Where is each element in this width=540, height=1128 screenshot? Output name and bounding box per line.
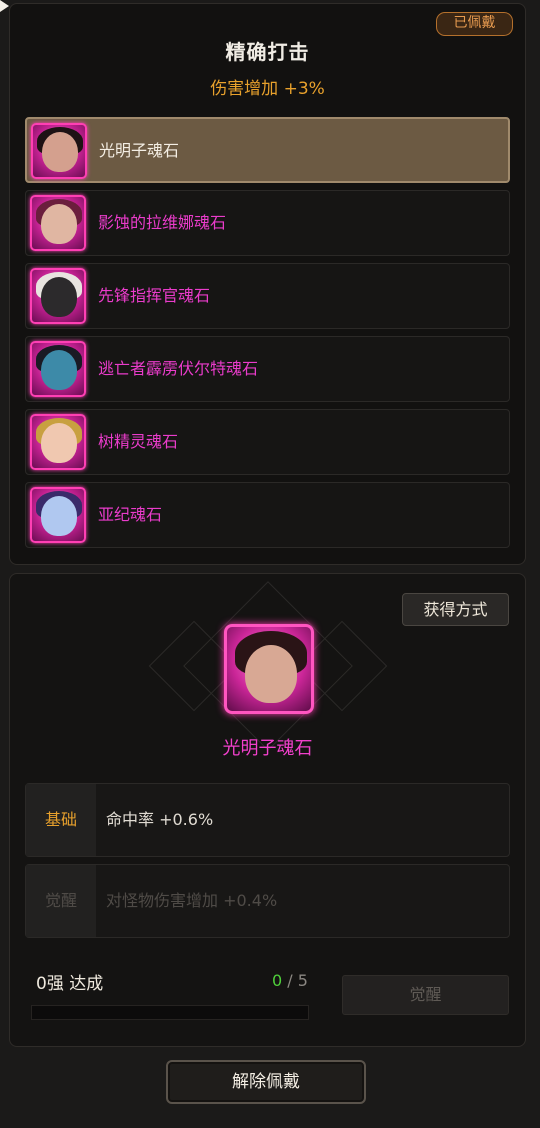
stone-row[interactable]: 树精灵魂石 (25, 409, 510, 475)
awaken-attribute-row: 觉醒 对怪物伤害增加 +0.4% (25, 864, 510, 938)
portrait-face (42, 132, 78, 172)
stone-name: 亚纪魂石 (98, 505, 163, 524)
stone-name: 影蚀的拉维娜魂石 (98, 213, 227, 232)
base-tag: 基础 (26, 784, 96, 856)
progress-current: 0 (272, 971, 283, 990)
skill-effect: 伤害增加 +3% (210, 79, 325, 99)
stone-name: 树精灵魂石 (98, 432, 179, 451)
soulstone-list-panel: 已佩戴 精确打击 伤害增加 +3% 光明子魂石 影蚀的拉维娜魂石 先锋指挥官魂石 (9, 3, 526, 565)
soulstone-portrait-icon (31, 123, 87, 179)
soulstone-detail-panel: 获得方式 光明子魂石 基础 命中率 +0.6% 觉醒 对怪物伤害增加 +0.4%… (9, 573, 526, 1047)
equipped-badge: 已佩戴 (436, 12, 513, 36)
stone-row[interactable]: 先锋指挥官魂石 (25, 263, 510, 329)
portrait-face (41, 277, 77, 317)
soulstone-portrait-icon (30, 414, 86, 470)
stone-row[interactable]: 光明子魂石 (25, 117, 510, 183)
base-attribute-text: 命中率 +0.6% (106, 810, 214, 829)
portrait-face (245, 645, 297, 703)
stone-row[interactable]: 亚纪魂石 (25, 482, 510, 548)
base-attribute-row: 基础 命中率 +0.6% (25, 783, 510, 857)
enhance-progress-bar (31, 1005, 309, 1020)
portrait-face (41, 350, 77, 390)
obtain-method-button[interactable]: 获得方式 (402, 593, 509, 626)
awaken-attribute-text: 对怪物伤害增加 +0.4% (106, 891, 278, 910)
awaken-tag: 觉醒 (26, 865, 96, 937)
selected-stone-name: 光明子魂石 (222, 738, 313, 759)
skill-title: 精确打击 (225, 40, 310, 64)
stone-row[interactable]: 逃亡者霹雳伏尔特魂石 (25, 336, 510, 402)
progress-total: 5 (297, 971, 308, 990)
soulstone-portrait-icon (30, 487, 86, 543)
enhance-progress-label: 0强 达成 (36, 974, 104, 994)
awaken-button[interactable]: 觉醒 (342, 975, 509, 1015)
portrait-face (41, 423, 77, 463)
unequip-button[interactable]: 解除佩戴 (166, 1060, 366, 1104)
stone-list: 光明子魂石 影蚀的拉维娜魂石 先锋指挥官魂石 逃亡者霹雳伏尔特魂石 树精灵魂石 … (25, 117, 510, 555)
soulstone-portrait-icon (30, 195, 86, 251)
portrait-face (41, 204, 77, 244)
stone-name: 先锋指挥官魂石 (98, 286, 211, 305)
portrait-face (41, 496, 77, 536)
stone-name: 光明子魂石 (99, 141, 180, 160)
stone-row[interactable]: 影蚀的拉维娜魂石 (25, 190, 510, 256)
soulstone-portrait-icon (30, 268, 86, 324)
selected-soulstone-portrait-icon (224, 624, 314, 714)
progress-separator: / (287, 971, 293, 990)
back-arrow-icon[interactable] (0, 0, 9, 12)
stone-name: 逃亡者霹雳伏尔特魂石 (98, 359, 259, 378)
enhance-progress-count: 0 / 5 (272, 971, 308, 990)
soulstone-portrait-icon (30, 341, 86, 397)
